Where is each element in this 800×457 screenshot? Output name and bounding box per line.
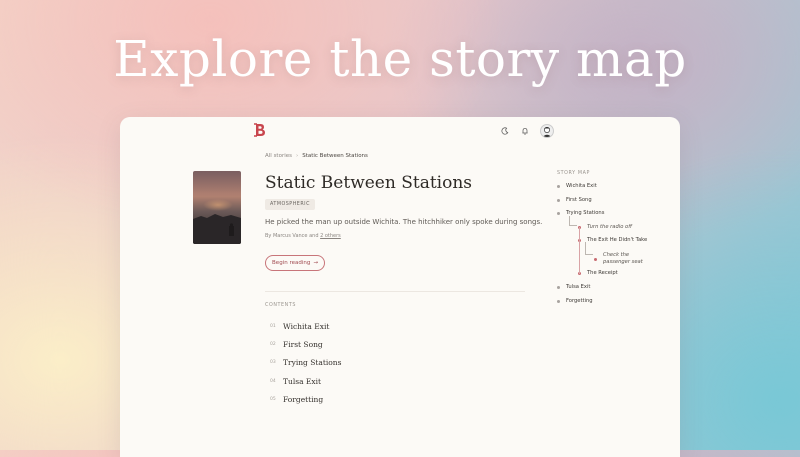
story-map-node[interactable]: Turn the radio off	[578, 224, 632, 230]
story-map-node[interactable]: Check the passenger seat	[594, 252, 647, 266]
chapter-item[interactable]: 02 First Song	[270, 335, 341, 353]
logo-icon[interactable]	[254, 123, 266, 137]
story-description: He picked the man up outside Wichita. Th…	[265, 218, 543, 226]
node-label: First Song	[566, 197, 592, 203]
story-map-heading: STORY MAP	[557, 171, 590, 176]
chapter-title: Wichita Exit	[283, 321, 330, 331]
contents-list: 01 Wichita Exit 02 First Song 03 Trying Stati…	[270, 317, 341, 408]
byline-author: By Marcus Vance and	[265, 233, 321, 239]
tree-connector	[579, 227, 580, 274]
chapter-number: 01	[270, 323, 276, 329]
chapter-title: Trying Stations	[283, 358, 342, 368]
story-map-node[interactable]: The Receipt	[578, 270, 618, 276]
arrow-right-icon: →	[313, 260, 318, 266]
node-label: Trying Stations	[566, 210, 605, 216]
node-dot	[557, 184, 560, 188]
chapter-title: Forgetting	[283, 394, 324, 404]
chapter-item[interactable]: 05 Forgetting	[270, 390, 341, 408]
node-label: The Exit He Didn't Take	[587, 237, 648, 243]
avatar[interactable]	[540, 124, 554, 138]
story-cover-image	[193, 171, 241, 244]
node-dot	[557, 299, 560, 303]
breadcrumb-root[interactable]: All stories	[265, 153, 292, 159]
story-map: Wichita Exit First Song Trying Stations Tur…	[557, 179, 667, 309]
hero-headline: Explore the story map	[113, 30, 687, 88]
breadcrumb-separator: ›	[296, 153, 299, 159]
chapter-number: 04	[270, 378, 276, 384]
bell-icon[interactable]	[520, 126, 530, 136]
moon-icon[interactable]	[500, 126, 510, 136]
story-map-node[interactable]: Wichita Exit	[557, 183, 597, 189]
genre-tag[interactable]: ATMOSPHERIC	[265, 199, 315, 210]
section-divider	[265, 291, 525, 292]
chapter-number: 05	[270, 396, 276, 402]
story-map-node[interactable]: First Song	[557, 197, 592, 203]
chapter-item[interactable]: 03 Trying Stations	[270, 354, 341, 372]
node-label: Turn the radio off	[587, 224, 632, 230]
chapter-item[interactable]: 04 Tulsa Exit	[270, 372, 341, 390]
story-title: Static Between Stations	[265, 173, 473, 193]
chapter-number: 03	[270, 360, 276, 366]
breadcrumb: All stories › Static Between Stations	[265, 153, 368, 159]
chapter-title: First Song	[283, 339, 323, 349]
story-byline: By Marcus Vance and 2 others	[265, 233, 341, 239]
node-dot	[594, 257, 597, 261]
breadcrumb-current: Static Between Stations	[302, 153, 368, 159]
node-label: Check the passenger seat	[603, 252, 643, 265]
tree-connector	[585, 254, 593, 255]
node-label: The Receipt	[587, 270, 618, 276]
chapter-item[interactable]: 01 Wichita Exit	[270, 317, 341, 335]
tree-connector	[569, 225, 577, 226]
node-label: Tulsa Exit	[566, 284, 591, 290]
begin-reading-button[interactable]: Begin reading →	[265, 255, 325, 271]
node-label: Forgetting	[566, 298, 593, 304]
begin-reading-label: Begin reading	[272, 260, 311, 266]
story-map-node[interactable]: Tulsa Exit	[557, 284, 590, 290]
story-map-node[interactable]: Trying Stations	[557, 210, 604, 216]
contents-heading: CONTENTS	[265, 303, 297, 308]
story-map-node[interactable]: Forgetting	[557, 298, 593, 304]
node-dot	[557, 211, 560, 215]
header-actions	[500, 124, 554, 138]
story-map-node[interactable]: The Exit He Didn't Take	[578, 237, 647, 243]
chapter-title: Tulsa Exit	[283, 376, 322, 386]
app-window: All stories › Static Between Stations St…	[120, 117, 680, 457]
byline-others-link[interactable]: 2 others	[320, 233, 341, 239]
node-dot	[557, 198, 560, 202]
chapter-number: 02	[270, 341, 276, 347]
node-dot	[557, 285, 560, 289]
node-label: Wichita Exit	[566, 183, 597, 189]
